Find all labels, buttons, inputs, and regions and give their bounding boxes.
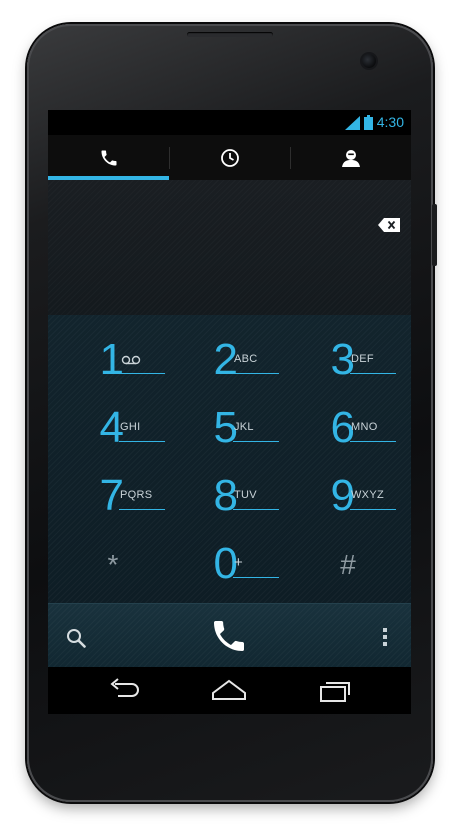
back-icon[interactable] xyxy=(106,677,140,703)
dialpad: 1 2 ABC 3 DEF 4 GHI 5 JKL 6 MNO 7 PQRS 8… xyxy=(48,315,411,603)
screen: 4:30 1 2 ABC 3 DEF 4 GHI 5 JKL 6 MNO 7 P… xyxy=(48,110,411,714)
key-underline xyxy=(350,373,396,374)
key-digit: 9 xyxy=(330,471,355,520)
key-9[interactable]: 9 WXYZ xyxy=(295,467,411,535)
key-6[interactable]: 6 MNO xyxy=(295,399,411,467)
key-letters: ABC xyxy=(234,353,258,365)
key-digit: 8 xyxy=(213,471,238,520)
key-letters: MNO xyxy=(351,421,378,433)
voicemail-icon xyxy=(121,355,141,365)
key-letters: PQRS xyxy=(120,489,153,501)
key-digit: 3 xyxy=(330,335,355,384)
key-digit: 6 xyxy=(330,403,355,452)
recent-apps-icon[interactable] xyxy=(319,677,353,703)
key-7[interactable]: 7 PQRS xyxy=(64,467,182,535)
key-underline xyxy=(350,441,396,442)
contacts-icon xyxy=(341,149,360,167)
call-action-bar xyxy=(48,603,411,668)
status-time: 4:30 xyxy=(376,114,404,130)
key-hash[interactable]: # xyxy=(289,535,407,603)
key-digit: 1 xyxy=(99,335,124,384)
key-underline xyxy=(233,373,279,374)
home-icon[interactable] xyxy=(211,677,247,703)
key-underline xyxy=(233,577,279,578)
key-digit: 0 xyxy=(213,539,238,588)
key-symbol: * xyxy=(107,549,119,580)
system-nav-bar xyxy=(48,667,411,714)
backspace-icon[interactable] xyxy=(378,218,400,232)
tab-recent[interactable] xyxy=(169,135,290,180)
key-underline xyxy=(119,441,165,442)
key-5[interactable]: 5 JKL xyxy=(178,399,296,467)
key-underline xyxy=(119,509,165,510)
key-underline xyxy=(233,509,279,510)
key-star[interactable]: * xyxy=(54,535,172,603)
battery-icon xyxy=(363,115,373,130)
search-icon[interactable] xyxy=(66,628,86,648)
tab-contacts[interactable] xyxy=(290,135,411,180)
key-digit: 2 xyxy=(213,335,238,384)
call-button[interactable] xyxy=(209,616,249,656)
dialed-digits-field[interactable] xyxy=(48,180,411,315)
key-letters: JKL xyxy=(234,421,254,433)
key-3[interactable]: 3 DEF xyxy=(295,331,411,399)
power-button xyxy=(432,204,437,266)
key-2[interactable]: 2 ABC xyxy=(178,331,296,399)
tab-phone[interactable] xyxy=(48,135,169,180)
key-digit: 7 xyxy=(99,471,124,520)
key-digit: 4 xyxy=(99,403,124,452)
key-8[interactable]: 8 TUV xyxy=(178,467,296,535)
key-letters: WXYZ xyxy=(351,489,384,501)
key-letters: + xyxy=(234,554,244,571)
key-letters: GHI xyxy=(120,421,141,433)
key-letters: DEF xyxy=(351,353,374,365)
tab-bar xyxy=(48,135,411,180)
key-1[interactable]: 1 xyxy=(64,331,182,399)
key-symbol: # xyxy=(340,549,356,580)
key-letters: TUV xyxy=(234,489,257,501)
front-camera xyxy=(362,54,376,68)
key-4[interactable]: 4 GHI xyxy=(64,399,182,467)
key-underline xyxy=(119,373,165,374)
signal-icon xyxy=(344,115,360,130)
phone-icon xyxy=(101,150,116,165)
status-bar: 4:30 xyxy=(48,110,411,135)
clock-icon xyxy=(220,148,239,167)
overflow-menu-icon[interactable] xyxy=(383,628,387,646)
key-underline xyxy=(233,441,279,442)
key-digit: 5 xyxy=(213,403,238,452)
key-underline xyxy=(350,509,396,510)
key-0[interactable]: 0 + xyxy=(178,535,296,603)
